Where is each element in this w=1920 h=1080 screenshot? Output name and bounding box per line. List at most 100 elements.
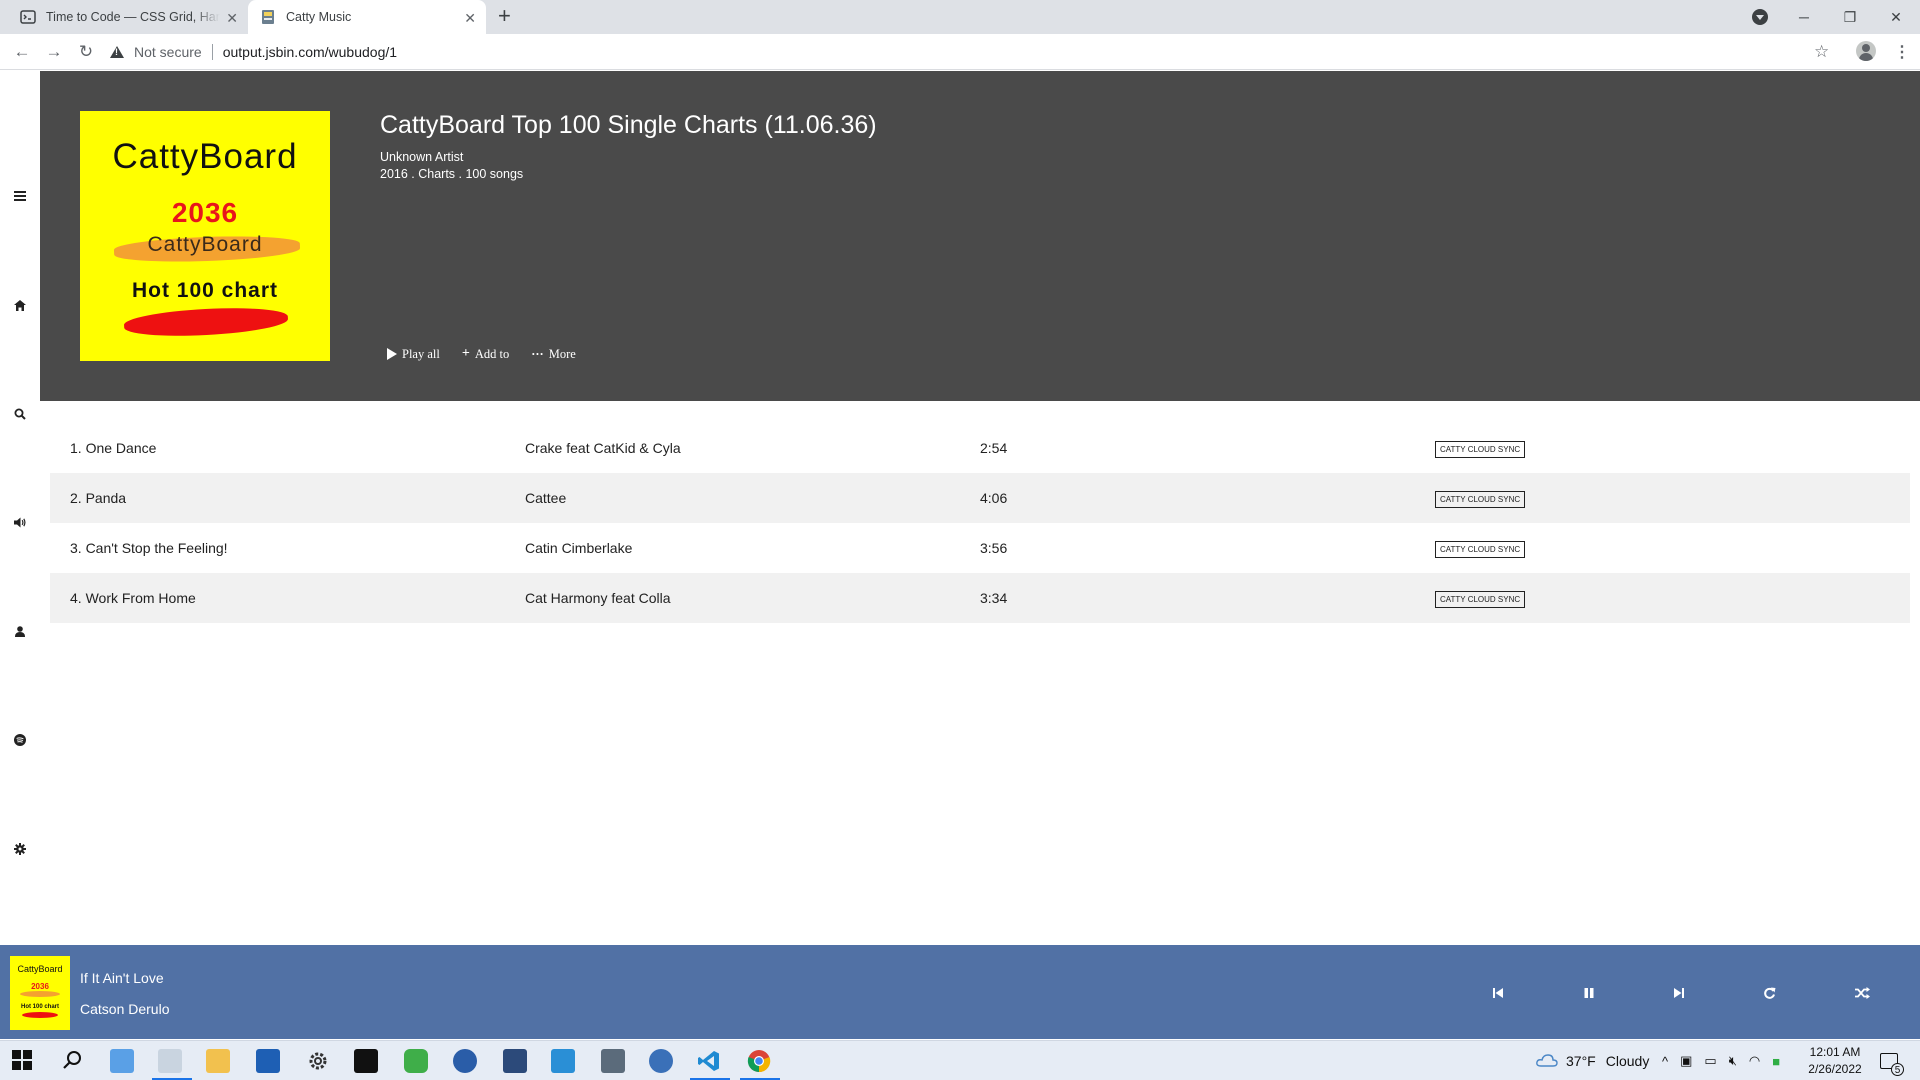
menu-icon[interactable] bbox=[10, 186, 30, 206]
album-artist: Unknown Artist bbox=[380, 150, 464, 164]
cloud-sync-badge[interactable]: CATTY CLOUD SYNC bbox=[1435, 591, 1526, 608]
volume-icon[interactable] bbox=[10, 512, 30, 532]
tab-catty-music[interactable]: Catty Music ✕ bbox=[248, 0, 486, 34]
postgres-icon[interactable] bbox=[649, 1049, 673, 1073]
ellipsis-icon: ··· bbox=[531, 346, 544, 361]
mini-cover-orange-swoosh bbox=[20, 991, 60, 997]
wifi-icon[interactable]: ◠ bbox=[1749, 1053, 1760, 1069]
address-bar[interactable]: Not secure output.jsbin.com/wubudog/1 bbox=[110, 38, 1830, 66]
cloud-sync-badge[interactable]: CATTY CLOUD SYNC bbox=[1435, 541, 1526, 558]
edge-icon[interactable] bbox=[453, 1049, 477, 1073]
weather-condition: Cloudy bbox=[1605, 1053, 1650, 1069]
store-icon[interactable] bbox=[256, 1049, 280, 1073]
cover-brand: CattyBoard bbox=[112, 137, 298, 176]
weather-widget[interactable]: 37°F Cloudy bbox=[1536, 1041, 1649, 1080]
speaker-muted-icon[interactable]: 🔇︎ bbox=[1729, 1053, 1737, 1069]
cover-year: 2036 bbox=[171, 197, 239, 228]
play-all-button[interactable]: Play all bbox=[387, 346, 440, 362]
forward-icon[interactable]: → bbox=[42, 40, 66, 64]
calculator-icon[interactable] bbox=[601, 1049, 625, 1073]
lock-app-icon[interactable] bbox=[404, 1049, 428, 1073]
close-tab-icon[interactable]: ✕ bbox=[226, 10, 238, 27]
chrome-icon[interactable] bbox=[747, 1049, 771, 1073]
terminal-icon[interactable] bbox=[354, 1049, 378, 1073]
sidebar bbox=[0, 71, 40, 963]
repeat-icon[interactable] bbox=[1757, 981, 1781, 1005]
pause-icon[interactable] bbox=[1577, 981, 1601, 1005]
browser-tabstrip: Time to Code — CSS Grid, Hands ✕ Catty M… bbox=[0, 0, 1920, 34]
home-icon[interactable] bbox=[10, 295, 30, 315]
track-list: 1. One Dance Crake feat CatKid & Cyla 2:… bbox=[50, 423, 1910, 623]
notification-icon: 5 bbox=[1880, 1053, 1904, 1076]
omnibox-divider bbox=[211, 44, 213, 60]
control-panel-icon[interactable] bbox=[110, 1049, 134, 1073]
add-to-label: Add to bbox=[474, 346, 510, 361]
plus-icon: + bbox=[461, 346, 470, 361]
search-icon[interactable] bbox=[62, 1049, 86, 1073]
warning-icon bbox=[110, 46, 124, 58]
track-title: 1. One Dance bbox=[70, 440, 157, 456]
play-icon bbox=[387, 348, 397, 360]
more-button[interactable]: ··· More bbox=[531, 346, 576, 362]
menu-kebab-icon[interactable]: ⋮ bbox=[1894, 42, 1910, 62]
back-icon[interactable]: ← bbox=[10, 40, 34, 64]
reload-icon[interactable]: ↻ bbox=[74, 40, 98, 64]
album-title: CattyBoard Top 100 Single Charts (11.06.… bbox=[380, 111, 877, 139]
album-cover: CattyBoard 2036 CattyBoard Hot 100 chart bbox=[80, 111, 330, 361]
windows-taskbar: 37°F Cloudy ^ ▣ ▭ 🔇︎ ◠ ■ 12:01 AM 2/26/2… bbox=[0, 1040, 1920, 1080]
file-explorer-icon[interactable] bbox=[206, 1049, 230, 1073]
mini-cover-brand: CattyBoard bbox=[17, 964, 63, 974]
close-window-icon[interactable]: ✕ bbox=[1874, 0, 1918, 34]
track-artist: Catin Cimberlake bbox=[525, 540, 633, 556]
track-row[interactable]: 3. Can't Stop the Feeling! Catin Cimberl… bbox=[50, 523, 1910, 573]
gear-icon[interactable] bbox=[10, 839, 30, 859]
track-row[interactable]: 1. One Dance Crake feat CatKid & Cyla 2:… bbox=[50, 423, 1910, 473]
notification-center[interactable]: 5 bbox=[1880, 1041, 1904, 1080]
track-artist: Crake feat CatKid & Cyla bbox=[525, 440, 681, 456]
search-icon[interactable] bbox=[10, 404, 30, 424]
system-clock[interactable]: 12:01 AM 2/26/2022 bbox=[1800, 1044, 1870, 1078]
clock-time: 12:01 AM bbox=[1809, 1045, 1861, 1059]
new-tab-button[interactable]: + bbox=[498, 5, 511, 27]
snipping-icon[interactable] bbox=[503, 1049, 527, 1073]
track-row[interactable]: 2. Panda Cattee 4:06 CATTY CLOUD SYNC bbox=[50, 473, 1910, 523]
album-meta: 2016 . Charts . 100 songs bbox=[380, 167, 524, 181]
album-header: CattyBoard 2036 CattyBoard Hot 100 chart… bbox=[40, 71, 1920, 401]
track-title: 2. Panda bbox=[70, 490, 127, 506]
jsbin-favicon-icon bbox=[260, 9, 276, 25]
track-duration: 3:34 bbox=[980, 590, 1008, 606]
tab-search-icon[interactable] bbox=[1752, 9, 1768, 25]
battery-icon[interactable]: ▭ bbox=[1704, 1053, 1716, 1069]
track-duration: 2:54 bbox=[980, 440, 1008, 456]
tab-time-to-code[interactable]: Time to Code — CSS Grid, Hands ✕ bbox=[8, 0, 248, 34]
clock-date: 2/26/2022 bbox=[1808, 1062, 1862, 1076]
vpn-lock-icon[interactable]: ■ bbox=[1772, 1054, 1780, 1069]
close-tab-icon[interactable]: ✕ bbox=[464, 10, 476, 27]
user-icon[interactable] bbox=[10, 621, 30, 641]
meet-now-icon[interactable]: ▣ bbox=[1680, 1053, 1692, 1069]
gear-icon[interactable] bbox=[306, 1049, 330, 1073]
previous-icon[interactable] bbox=[1486, 981, 1510, 1005]
feedback-icon[interactable] bbox=[551, 1049, 575, 1073]
security-label: Not secure bbox=[134, 44, 202, 60]
minimize-icon[interactable]: ─ bbox=[1782, 0, 1826, 34]
cloud-sync-badge[interactable]: CATTY CLOUD SYNC bbox=[1435, 441, 1526, 458]
restore-icon[interactable]: ❐ bbox=[1828, 0, 1872, 34]
bookmark-star-icon[interactable]: ☆ bbox=[1814, 42, 1829, 62]
next-icon[interactable] bbox=[1667, 981, 1691, 1005]
notepad-icon[interactable] bbox=[158, 1049, 182, 1073]
chevron-up-icon[interactable]: ^ bbox=[1662, 1054, 1668, 1069]
cover-brand-secondary: CattyBoard bbox=[147, 233, 263, 256]
codepen-favicon-icon bbox=[20, 9, 36, 25]
add-to-button[interactable]: + Add to bbox=[462, 346, 509, 362]
cover-chart-name: Hot 100 chart bbox=[131, 279, 279, 302]
track-row[interactable]: 4. Work From Home Cat Harmony feat Colla… bbox=[50, 573, 1910, 623]
windows-start-icon[interactable] bbox=[12, 1050, 34, 1072]
vscode-icon[interactable] bbox=[697, 1049, 721, 1073]
mini-cover-red-swoosh bbox=[22, 1012, 58, 1018]
spotify-icon[interactable] bbox=[10, 730, 30, 750]
profile-avatar-icon[interactable] bbox=[1856, 41, 1876, 61]
shuffle-icon[interactable] bbox=[1850, 981, 1874, 1005]
cloud-sync-badge[interactable]: CATTY CLOUD SYNC bbox=[1435, 491, 1526, 508]
now-playing-song: If It Ain't Love bbox=[80, 970, 164, 986]
